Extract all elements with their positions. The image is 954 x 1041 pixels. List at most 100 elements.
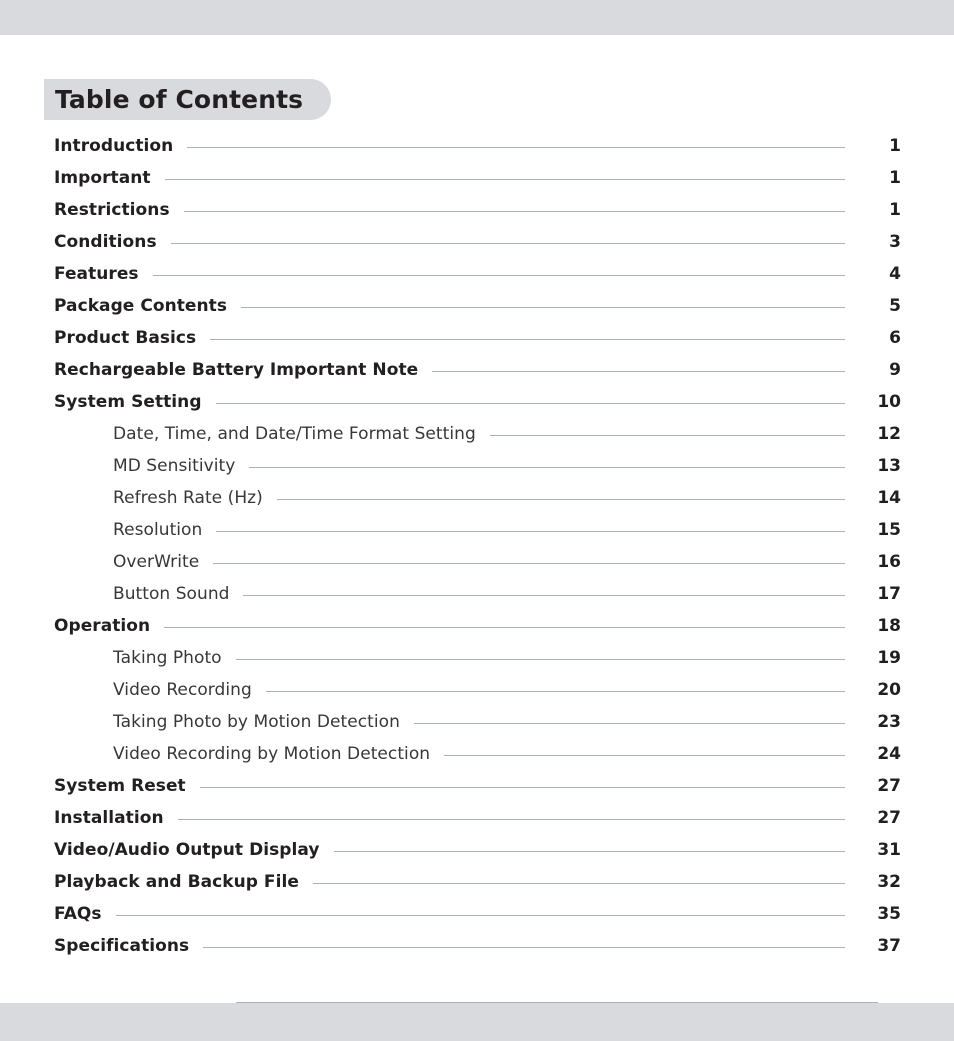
toc-entry-label: Features — [54, 264, 139, 284]
toc-page-number: 27 — [877, 776, 901, 796]
toc-leader-line — [183, 211, 845, 212]
toc-entry[interactable]: Restrictions 1 — [54, 200, 901, 232]
toc-leader-line — [413, 723, 845, 724]
toc-entry-label: Video Recording — [113, 680, 252, 700]
toc-entry-label: Button Sound — [113, 584, 230, 604]
toc-entry-label: Date, Time, and Date/Time Format Setting — [113, 424, 476, 444]
toc-entry[interactable]: Video Recording by Motion Detection 24 — [54, 744, 901, 776]
toc-entry[interactable]: MD Sensitivity 13 — [54, 456, 901, 488]
toc-page-number: 1 — [889, 200, 901, 220]
toc-entry-label: Rechargeable Battery Important Note — [54, 360, 419, 380]
toc-page-number: 20 — [877, 680, 901, 700]
toc-entry-label: Package Contents — [54, 296, 228, 316]
toc-entry-label: Resolution — [113, 520, 203, 540]
toc-entry-label: Conditions — [54, 232, 157, 252]
toc-entry[interactable]: Package Contents 5 — [54, 296, 901, 328]
toc-entry-label: Taking Photo — [113, 648, 222, 668]
toc-leader-line — [432, 371, 845, 372]
toc-leader-line — [216, 531, 845, 532]
toc-entry[interactable]: Video Recording 20 — [54, 680, 901, 712]
toc-leader-line — [265, 691, 845, 692]
toc-entry-label: System Reset — [54, 776, 186, 796]
toc-entry-label: Video/Audio Output Display — [54, 840, 320, 860]
toc-leader-line — [203, 947, 845, 948]
toc-entry[interactable]: Product Basics 6 — [54, 328, 901, 360]
toc-entry-label: Refresh Rate (Hz) — [113, 488, 263, 508]
toc-leader-line — [152, 275, 845, 276]
page-content: Table of Contents Introduction 1 Important… — [0, 35, 954, 1003]
toc-entry-label: Introduction — [54, 136, 174, 156]
toc-page-number: 32 — [877, 872, 901, 892]
toc-entry-label: Product Basics — [54, 328, 197, 348]
toc-page-number: 13 — [877, 456, 901, 476]
toc-entry-label: Important — [54, 168, 151, 188]
toc-entry-label: Taking Photo by Motion Detection — [113, 712, 400, 732]
toc-page-number: 16 — [877, 552, 901, 572]
toc-page-number: 6 — [889, 328, 901, 348]
toc-entry[interactable]: Introduction 1 — [54, 136, 901, 168]
toc-entry[interactable]: Rechargeable Battery Important Note 9 — [54, 360, 901, 392]
toc-entry[interactable]: Taking Photo 19 — [54, 648, 901, 680]
toc-leader-line — [164, 179, 845, 180]
toc-leader-line — [312, 883, 845, 884]
toc-page-number: 27 — [877, 808, 901, 828]
toc-leader-line — [243, 595, 845, 596]
toc-entry[interactable]: Features 4 — [54, 264, 901, 296]
toc-page-number: 24 — [877, 744, 901, 764]
toc-page-number: 15 — [877, 520, 901, 540]
bottom-decorative-band — [0, 1003, 954, 1041]
toc-entry[interactable]: Video/Audio Output Display 31 — [54, 840, 901, 872]
top-decorative-band — [0, 0, 954, 35]
toc-entry[interactable]: Refresh Rate (Hz) 14 — [54, 488, 901, 520]
toc-page-number: 3 — [889, 232, 901, 252]
toc-leader-line — [249, 467, 845, 468]
toc-entry[interactable]: Installation 27 — [54, 808, 901, 840]
toc-leader-line — [444, 755, 845, 756]
toc-leader-line — [170, 243, 845, 244]
toc-entry[interactable]: Resolution 15 — [54, 520, 901, 552]
toc-entry[interactable]: Operation 18 — [54, 616, 901, 648]
toc-page-number: 31 — [877, 840, 901, 860]
toc-page-number: 9 — [889, 360, 901, 380]
toc-entry-label: System Setting — [54, 392, 202, 412]
toc-leader-line — [187, 147, 845, 148]
toc-page-number: 18 — [877, 616, 901, 636]
page-title: Table of Contents — [55, 85, 304, 114]
toc-entry[interactable]: Important 1 — [54, 168, 901, 200]
toc-leader-line — [241, 307, 845, 308]
toc-page-number: 37 — [877, 936, 901, 956]
toc-leader-line — [276, 499, 845, 500]
toc-entry[interactable]: Conditions 3 — [54, 232, 901, 264]
toc-entry[interactable]: Date, Time, and Date/Time Format Setting… — [54, 424, 901, 456]
toc-entry[interactable]: Specifications 37 — [54, 936, 901, 968]
table-of-contents-list: Introduction 1 Important 1 Restrictions 1 Cond… — [54, 136, 901, 968]
toc-page-number: 5 — [889, 296, 901, 316]
toc-entry-label: Installation — [54, 808, 164, 828]
toc-entry-label: Playback and Backup File — [54, 872, 299, 892]
toc-entry-label: Restrictions — [54, 200, 170, 220]
toc-entry[interactable]: FAQs 35 — [54, 904, 901, 936]
toc-entry-label: OverWrite — [113, 552, 200, 572]
toc-page-number: 4 — [889, 264, 901, 284]
toc-page-number: 35 — [877, 904, 901, 924]
toc-entry-label: Specifications — [54, 936, 190, 956]
toc-entry[interactable]: System Setting 10 — [54, 392, 901, 424]
toc-leader-line — [215, 403, 845, 404]
toc-leader-line — [164, 627, 845, 628]
toc-page-number: 12 — [877, 424, 901, 444]
toc-entry[interactable]: Taking Photo by Motion Detection 23 — [54, 712, 901, 744]
toc-leader-line — [115, 915, 845, 916]
toc-page-number: 1 — [889, 168, 901, 188]
page-title-container: Table of Contents — [44, 79, 332, 120]
toc-entry[interactable]: Button Sound 17 — [54, 584, 901, 616]
toc-page-number: 14 — [877, 488, 901, 508]
toc-leader-line — [177, 819, 845, 820]
toc-entry-label: Operation — [54, 616, 151, 636]
toc-entry[interactable]: System Reset 27 — [54, 776, 901, 808]
toc-entry-label: FAQs — [54, 904, 102, 924]
toc-entry[interactable]: Playback and Backup File 32 — [54, 872, 901, 904]
toc-page-number: 17 — [877, 584, 901, 604]
toc-page-number: 1 — [889, 136, 901, 156]
toc-entry[interactable]: OverWrite 16 — [54, 552, 901, 584]
toc-page-number: 19 — [877, 648, 901, 668]
